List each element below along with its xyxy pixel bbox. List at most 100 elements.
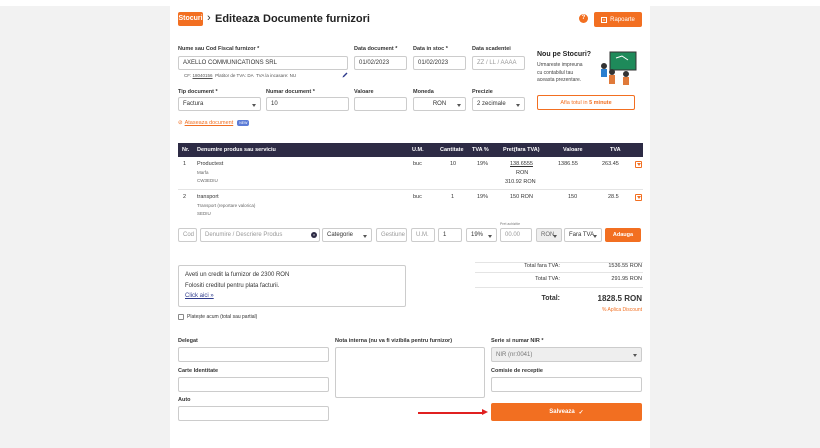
attach-document-link[interactable]: ⊘ Ataseaza document NEW [178,120,250,126]
row-vat: 19% [477,194,489,200]
nir-label: Serie si numar NIR * [491,338,544,344]
cif-link[interactable]: 18040156 [193,73,213,78]
row-qty: 10 [450,161,457,167]
delegate-input[interactable] [178,347,329,362]
pay-now-checkbox[interactable] [178,314,184,320]
total-no-vat-value: 1536.55 RON [608,263,642,269]
precision-select[interactable]: 2 zecimale [472,97,525,111]
promo-button-bold: 5 minute [589,99,612,106]
location-input[interactable]: Gestiune [376,228,407,242]
presentation-illustration-icon [601,51,637,85]
promo-text-line: aceasta prezentare. [537,77,582,83]
row-type: Marfa [197,170,209,175]
use-credit-link[interactable]: Click aici » [185,293,214,299]
row-code: CW3EDIU [197,178,218,183]
row-price-note: 310.92 RON [505,179,536,185]
apply-discount-link[interactable]: % Aplica Discount [570,307,642,313]
row-price[interactable]: 138.6555 [510,161,533,167]
row-vat-value: 263.45 [602,161,619,167]
stock-date-input[interactable]: 01/02/2023 [413,56,466,70]
receipt-committee-label: Comisie de receptie [491,368,543,374]
col-um: U.M. [412,147,424,153]
row-name: Productest [197,161,224,167]
row-name: transport [197,194,219,200]
product-name-input[interactable]: Denumire / Descriere Produs [200,228,320,242]
total-vat-value: 291.95 RON [611,276,642,282]
col-price: Pret(fara TVA) [503,147,540,153]
total-value: 1828.5 RON [597,294,642,303]
total-no-vat-label: Total fara TVA: [524,263,560,269]
row-qty: 1 [451,194,455,200]
promo-title: Nou pe Stocuri? [537,51,592,58]
col-value: Valoare [563,147,583,153]
doc-date-input[interactable]: 01/02/2023 [354,56,407,70]
add-product-button[interactable]: Adauga [605,228,641,242]
row-value: 150 [568,194,578,200]
code-input[interactable]: Cod [178,228,197,242]
row-action-icon[interactable] [635,194,642,201]
edit-pencil-icon[interactable] [342,72,348,78]
quantity-input[interactable]: 1 [438,228,462,242]
internal-note-textarea[interactable] [335,347,485,398]
due-date-input[interactable]: ZZ / LL / AAAA [472,56,525,70]
tva-status: Platitor de TVA: DA [215,73,254,78]
chevron-right-icon: › [254,12,258,24]
promo-button[interactable]: Afla totul in 5 minute [537,95,635,110]
row-nr: 2 [183,194,187,200]
um-input[interactable]: U.M. [411,228,435,242]
cif-prefix: CF: [184,73,192,78]
tva-cash-status: TVA la incasare: NU [255,73,297,78]
chevron-right-icon: › [207,12,211,24]
red-arrow-annotation [418,409,488,415]
row-price[interactable]: 150 RON [510,194,533,200]
precision-label: Precizie [472,89,493,95]
new-badge: NEW [237,120,250,126]
doc-type-select[interactable]: Factura [178,97,261,111]
currency-select[interactable]: RON [536,228,562,242]
table-row: 1 Productest Marfa CW3EDIU buc 10 19% 13… [178,157,643,189]
row-action-icon[interactable] [635,161,642,168]
products-table-header: Nr. Denumire produs sau serviciu U.M. Ca… [178,143,643,157]
reports-button[interactable]: Rapoarte [594,12,642,27]
totals-divider [475,272,643,273]
vat-mode-select[interactable]: Fara TVA [564,228,602,242]
breadcrumb-edit[interactable]: Editeaza [215,13,260,25]
row-value: 1386.55 [558,161,578,167]
car-input[interactable] [178,406,329,421]
delegate-label: Delegat [178,338,198,344]
row-um: buc [413,194,422,200]
vat-select[interactable]: 19% [466,228,497,242]
car-label: Auto [178,397,191,403]
supplier-input[interactable]: AXELLO COMMUNICATIONS SRL [178,56,348,70]
help-icon[interactable]: ? [579,14,588,23]
promo-text-line: cu contabilul tau [537,69,574,76]
amount-label: Valoare [354,89,374,95]
currency-select[interactable]: RON [413,97,466,111]
clear-icon[interactable]: × [311,232,317,238]
price-label: Pret achizitie [500,222,521,226]
report-icon [601,16,608,23]
doc-type-label: Tip document * [178,89,218,95]
row-um: buc [413,161,422,167]
id-card-input[interactable] [178,377,329,392]
col-name: Denumire produs sau serviciu [197,147,276,153]
stocuri-badge[interactable]: Stocuri [178,12,203,26]
promo-button-prefix: Afla totul in [560,99,588,106]
amount-input[interactable] [354,97,407,111]
col-qty: Cantitate [440,147,464,153]
doc-number-input[interactable]: 10 [266,97,349,111]
promo-text: Urmareste impreuna cu contabilul tau ace… [537,62,599,85]
save-button[interactable]: Salveaza ✓ [491,403,642,421]
category-select[interactable]: Categorie [322,228,372,242]
supplier-info: CF: 18040156 Platitor de TVA: DA TVA la … [184,73,296,78]
nir-select[interactable]: NIR (nr:0041) [491,347,642,362]
row-price-currency: RON [516,170,529,176]
receipt-committee-input[interactable] [491,377,642,392]
attach-label: Ataseaza document [184,120,234,126]
row-nr: 1 [183,161,187,167]
row-code: SEDIU [197,211,211,216]
price-input[interactable]: 00.00 [500,228,532,242]
currency-label: Moneda [413,89,434,95]
totals-divider [475,287,643,288]
credit-line-1: Aveti un credit la furnizor de 2300 RON [185,272,290,278]
